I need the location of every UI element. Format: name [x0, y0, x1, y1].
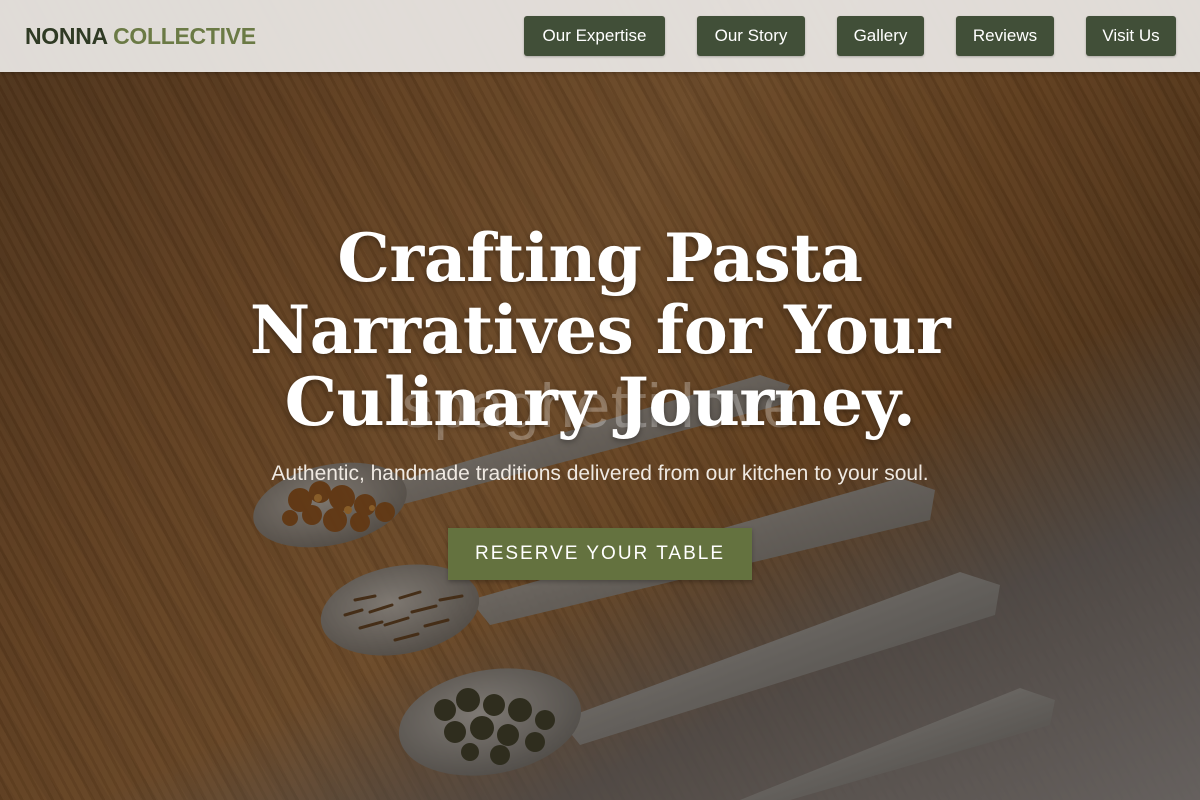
nav-button-visit-us[interactable]: Visit Us: [1086, 16, 1176, 56]
landing-page: NONNA COLLECTIVE Our Expertise Our Story…: [0, 0, 1200, 800]
brand-name-part2: COLLECTIVE: [113, 23, 256, 49]
top-navigation-bar: NONNA COLLECTIVE Our Expertise Our Story…: [0, 0, 1200, 72]
brand-logo[interactable]: NONNA COLLECTIVE: [25, 21, 256, 51]
hero-section: spaghetti love Crafting Pasta Narratives…: [0, 0, 1200, 800]
hero-headline: Crafting Pasta Narratives for Your Culin…: [249, 219, 951, 441]
nav-button-reviews[interactable]: Reviews: [956, 16, 1054, 56]
brand-name-part1: NONNA: [25, 23, 107, 49]
nav-button-gallery[interactable]: Gallery: [837, 16, 924, 56]
nav-button-our-expertise[interactable]: Our Expertise: [524, 16, 665, 56]
hero-subtext: Authentic, handmade traditions delivered…: [271, 462, 929, 485]
reserve-table-button[interactable]: RESERVE YOUR TABLE: [448, 528, 752, 580]
nav-button-our-story[interactable]: Our Story: [697, 16, 805, 56]
